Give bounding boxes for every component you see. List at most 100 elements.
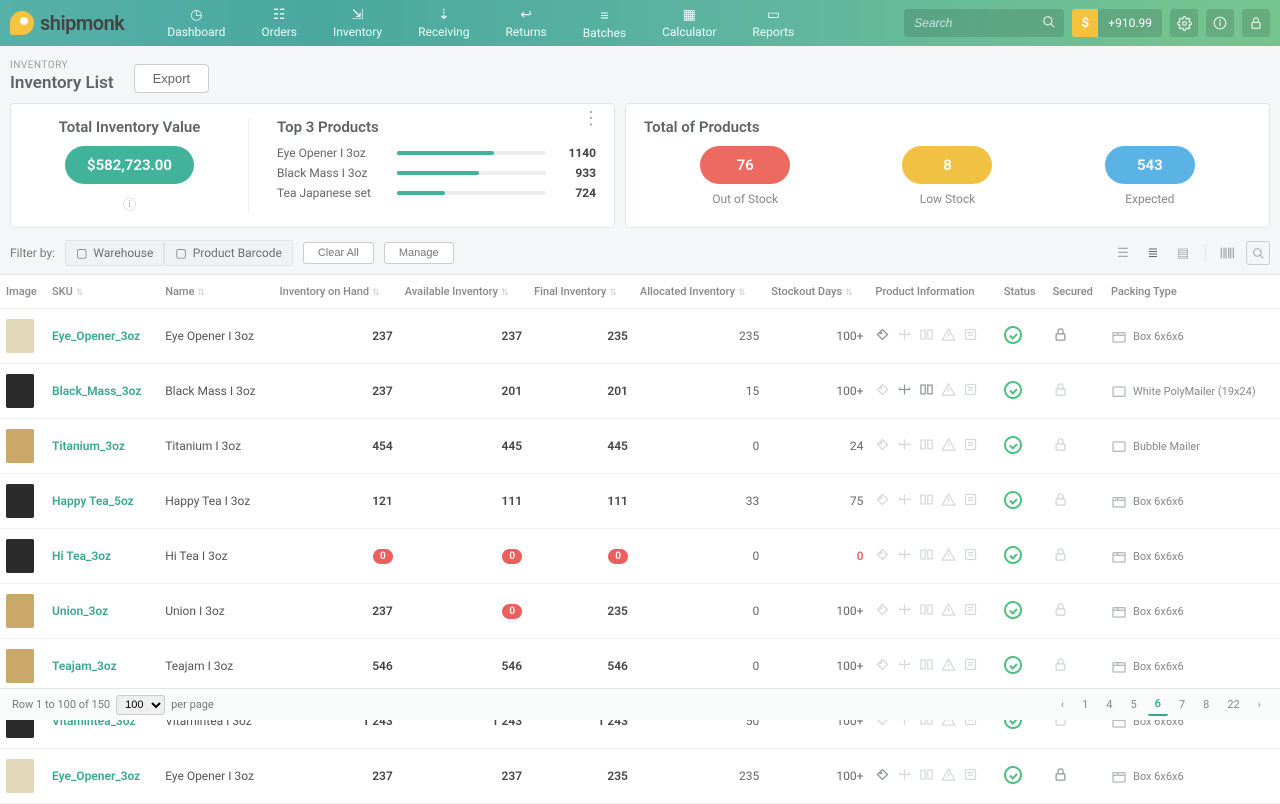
- inventory-on-hand: 121: [273, 474, 398, 529]
- col-allocated-inventory[interactable]: Allocated Inventory⇅: [634, 275, 765, 309]
- product-name: Happy Tea I 3oz: [159, 474, 273, 529]
- clear-all-button[interactable]: Clear All: [303, 242, 374, 264]
- total-low-stock[interactable]: 8Low Stock: [902, 146, 992, 206]
- table-row[interactable]: Teajam_3ozTeajam I 3oz5465465460100+Box …: [0, 639, 1280, 694]
- table-row[interactable]: Titanium_3ozTitanium I 3oz454445445024Bu…: [0, 419, 1280, 474]
- status: [998, 419, 1047, 474]
- manage-button[interactable]: Manage: [384, 242, 454, 264]
- nav-reports[interactable]: ▭Reports: [734, 3, 812, 44]
- product-name: Union I 3oz: [159, 584, 273, 639]
- sku-link[interactable]: Eye_Opener_3oz: [52, 329, 140, 343]
- col-product-information[interactable]: Product Information: [869, 275, 997, 309]
- status-ok-icon: [1004, 491, 1022, 509]
- tag-icon: [875, 657, 890, 675]
- view-list-icon[interactable]: ≣: [1141, 241, 1165, 265]
- note-icon: [963, 602, 978, 620]
- col-sku[interactable]: SKU⇅: [46, 275, 159, 309]
- nav-batches[interactable]: ≡Batches: [565, 3, 644, 44]
- warning-icon: [941, 657, 956, 675]
- page-7[interactable]: 7: [1172, 694, 1192, 715]
- table-row[interactable]: Happy Tea_5ozHappy Tea I 3oz121111111337…: [0, 474, 1280, 529]
- final-inventory: 546: [528, 639, 634, 694]
- product-info-icons: [875, 657, 991, 675]
- product-thumb: [0, 419, 46, 474]
- total-expected[interactable]: 543Expected: [1105, 146, 1195, 206]
- col-final-inventory[interactable]: Final Inventory⇅: [528, 275, 634, 309]
- col-stockout-days[interactable]: Stockout Days⇅: [765, 275, 869, 309]
- filter-chip-warehouse[interactable]: ▢Warehouse: [65, 240, 164, 266]
- info-button[interactable]: [1206, 9, 1234, 37]
- sku-link[interactable]: Eye_Opener_3oz: [52, 769, 140, 783]
- sku-link[interactable]: Titanium_3oz: [52, 439, 125, 453]
- total-out-of-stock[interactable]: 76Out of Stock: [700, 146, 790, 206]
- inventory-on-hand: 237: [273, 749, 398, 804]
- export-button[interactable]: Export: [134, 64, 210, 93]
- nav-orders[interactable]: ☷Orders: [243, 3, 315, 44]
- nav-dashboard[interactable]: ◷Dashboard: [149, 3, 243, 44]
- sku-link[interactable]: Hi Tea_3oz: [52, 549, 111, 563]
- search-toggle-icon[interactable]: [1246, 241, 1270, 265]
- sku-link[interactable]: Teajam_3oz: [52, 659, 117, 673]
- stockout-days: 100+: [765, 309, 869, 364]
- col-packing-type[interactable]: Packing Type: [1105, 275, 1280, 309]
- view-compact-icon[interactable]: ☰: [1111, 241, 1135, 265]
- table-row[interactable]: Eye_Opener_3ozEye Opener I 3oz2372372352…: [0, 749, 1280, 804]
- table-row[interactable]: Black_Mass_3ozBlack Mass I 3oz2372012011…: [0, 364, 1280, 419]
- nav-calculator[interactable]: ▦Calculator: [644, 3, 734, 44]
- sku-link[interactable]: Black_Mass_3oz: [52, 384, 141, 398]
- lock-icon: [1053, 496, 1068, 510]
- nav-inventory[interactable]: ⇲Inventory: [315, 3, 400, 44]
- info-icon[interactable]: ⓘ: [29, 194, 230, 213]
- col-available-inventory[interactable]: Available Inventory⇅: [399, 275, 528, 309]
- nav-receiving[interactable]: ⇣Receiving: [400, 3, 487, 44]
- page-next[interactable]: ›: [1251, 694, 1268, 715]
- nav-icon: ⇲: [352, 7, 364, 23]
- col-status[interactable]: Status: [998, 275, 1047, 309]
- tag-icon: [875, 327, 890, 345]
- page-8[interactable]: 8: [1196, 694, 1216, 715]
- packing-type: White PolyMailer (19x24): [1111, 383, 1274, 399]
- page-6[interactable]: 6: [1148, 693, 1168, 716]
- sku-link[interactable]: Union_3oz: [52, 604, 108, 618]
- catalog-icon: [919, 767, 934, 785]
- col-inventory-on-hand[interactable]: Inventory on Hand⇅: [273, 275, 398, 309]
- packing-type: Box 6x6x6: [1111, 603, 1274, 619]
- page-1[interactable]: 1: [1075, 694, 1095, 715]
- stockout-days: 24: [765, 419, 869, 474]
- product-thumb: [0, 584, 46, 639]
- nav-icon: ≡: [600, 7, 608, 24]
- view-grid-icon[interactable]: ▤: [1171, 241, 1195, 265]
- catalog-icon: [919, 382, 934, 400]
- filter-chip-product-barcode[interactable]: ▢Product Barcode: [164, 240, 293, 266]
- wallet-pill[interactable]: $ +910.99: [1072, 9, 1162, 37]
- table-row[interactable]: Eye_Opener_3ozEye Opener I 3oz2372372352…: [0, 309, 1280, 364]
- page-5[interactable]: 5: [1123, 694, 1143, 715]
- table-row[interactable]: Union_3ozUnion I 3oz23702350100+Box 6x6x…: [0, 584, 1280, 639]
- table-row[interactable]: Hi Tea_3ozHi Tea I 3oz00000Box 6x6x6: [0, 529, 1280, 584]
- page-22[interactable]: 22: [1220, 694, 1246, 715]
- logo-text: shipmonk: [40, 11, 124, 35]
- search-input[interactable]: [904, 9, 1064, 37]
- nav-returns[interactable]: ↩Returns: [488, 3, 565, 44]
- per-page-select[interactable]: 100: [116, 695, 165, 715]
- page-prev[interactable]: ‹: [1054, 694, 1071, 715]
- page-4[interactable]: 4: [1099, 694, 1119, 715]
- product-name: Hi Tea I 3oz: [159, 529, 273, 584]
- sku-link[interactable]: Happy Tea_5oz: [52, 494, 134, 508]
- more-icon[interactable]: ⋮: [582, 114, 600, 124]
- product-info-icons: [875, 382, 991, 400]
- search-icon[interactable]: [1042, 15, 1056, 33]
- settings-button[interactable]: [1170, 9, 1198, 37]
- col-name[interactable]: Name⇅: [159, 275, 273, 309]
- note-icon: [963, 492, 978, 510]
- barcode-icon[interactable]: [1216, 241, 1240, 265]
- dimensions-icon: [897, 602, 912, 620]
- lock-button[interactable]: [1242, 9, 1270, 37]
- top3-title: Top 3 Products: [277, 118, 596, 136]
- col-secured[interactable]: Secured: [1047, 275, 1105, 309]
- product-name: Black Mass I 3oz: [159, 364, 273, 419]
- col-image[interactable]: Image: [0, 275, 46, 309]
- product-thumb: [0, 364, 46, 419]
- status: [998, 529, 1047, 584]
- logo[interactable]: shipmonk: [10, 11, 124, 35]
